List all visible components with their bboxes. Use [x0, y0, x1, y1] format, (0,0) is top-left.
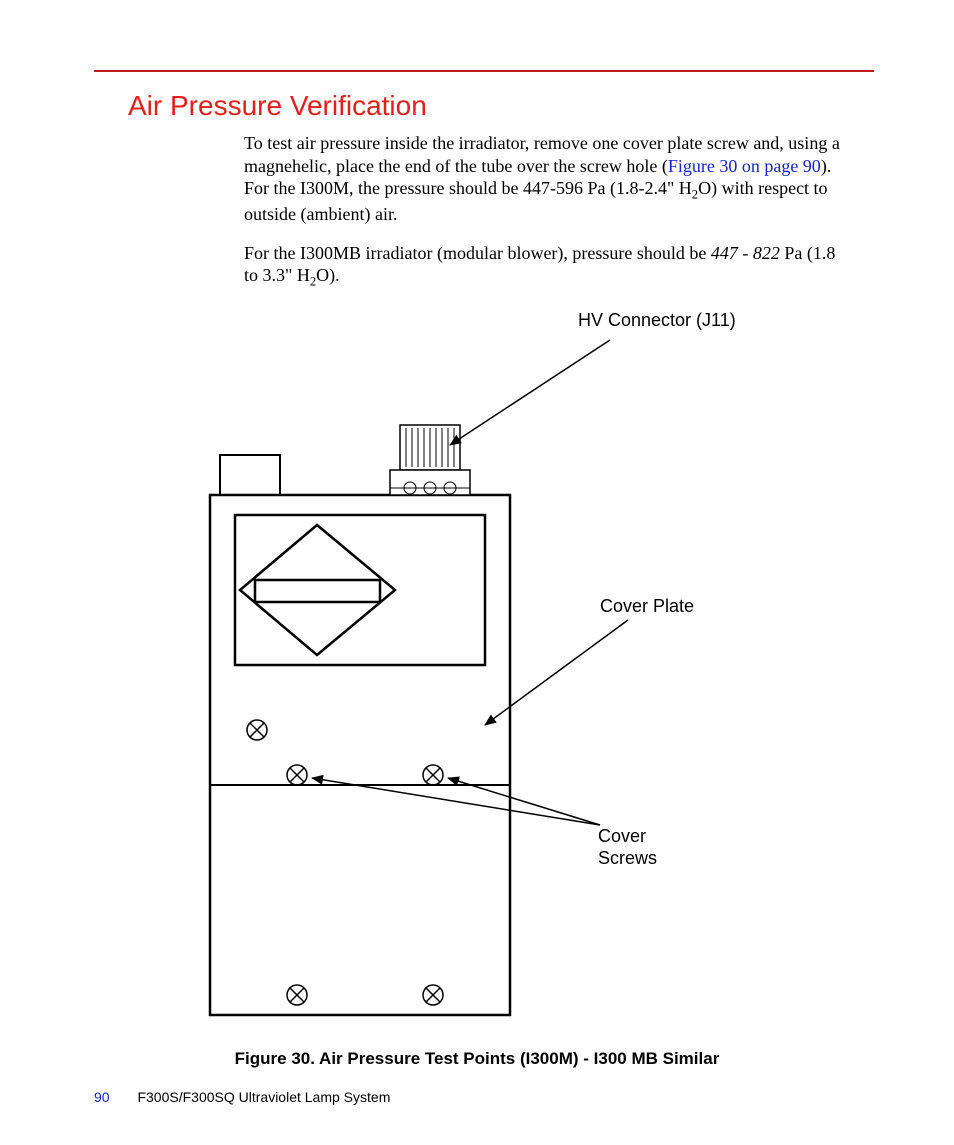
p2-italic: 447 - 822 — [711, 243, 780, 263]
screw-mid-left — [287, 765, 307, 785]
figure-crossref[interactable]: Figure 30 on page 90 — [668, 156, 821, 176]
page: Air Pressure Verification To test air pr… — [0, 0, 954, 1145]
label-hv-connector: HV Connector (J11) — [578, 310, 736, 331]
label-cover-screws-line1: Cover — [598, 826, 646, 846]
section-title: Air Pressure Verification — [128, 90, 427, 122]
screw-bottom-left — [287, 985, 307, 1005]
paragraph-2: For the I300MB irradiator (modular blowe… — [244, 242, 844, 291]
label-cover-plate: Cover Plate — [600, 596, 694, 617]
hv-connector-graphic — [390, 425, 470, 495]
page-number: 90 — [94, 1089, 110, 1105]
p2-part-a: For the I300MB irradiator (modular blowe… — [244, 243, 711, 263]
figure-svg — [90, 300, 870, 1040]
screw-bottom-right — [423, 985, 443, 1005]
screw-mid-right — [423, 765, 443, 785]
label-cover-screws: Cover Screws — [598, 826, 657, 869]
paragraph-1: To test air pressure inside the irradiat… — [244, 132, 844, 226]
header-rule — [94, 70, 874, 72]
page-footer: 90 F300S/F300SQ Ultraviolet Lamp System — [94, 1089, 390, 1105]
body-text: To test air pressure inside the irradiat… — [244, 132, 844, 307]
doc-title: F300S/F300SQ Ultraviolet Lamp System — [137, 1089, 390, 1105]
figure-caption: Figure 30. Air Pressure Test Points (I30… — [0, 1049, 954, 1069]
p2-part-c: O). — [316, 265, 340, 285]
screw-upper-left — [247, 720, 267, 740]
label-cover-screws-line2: Screws — [598, 848, 657, 868]
figure-30: HV Connector (J11) Cover Plate Cover Scr… — [90, 300, 870, 1080]
